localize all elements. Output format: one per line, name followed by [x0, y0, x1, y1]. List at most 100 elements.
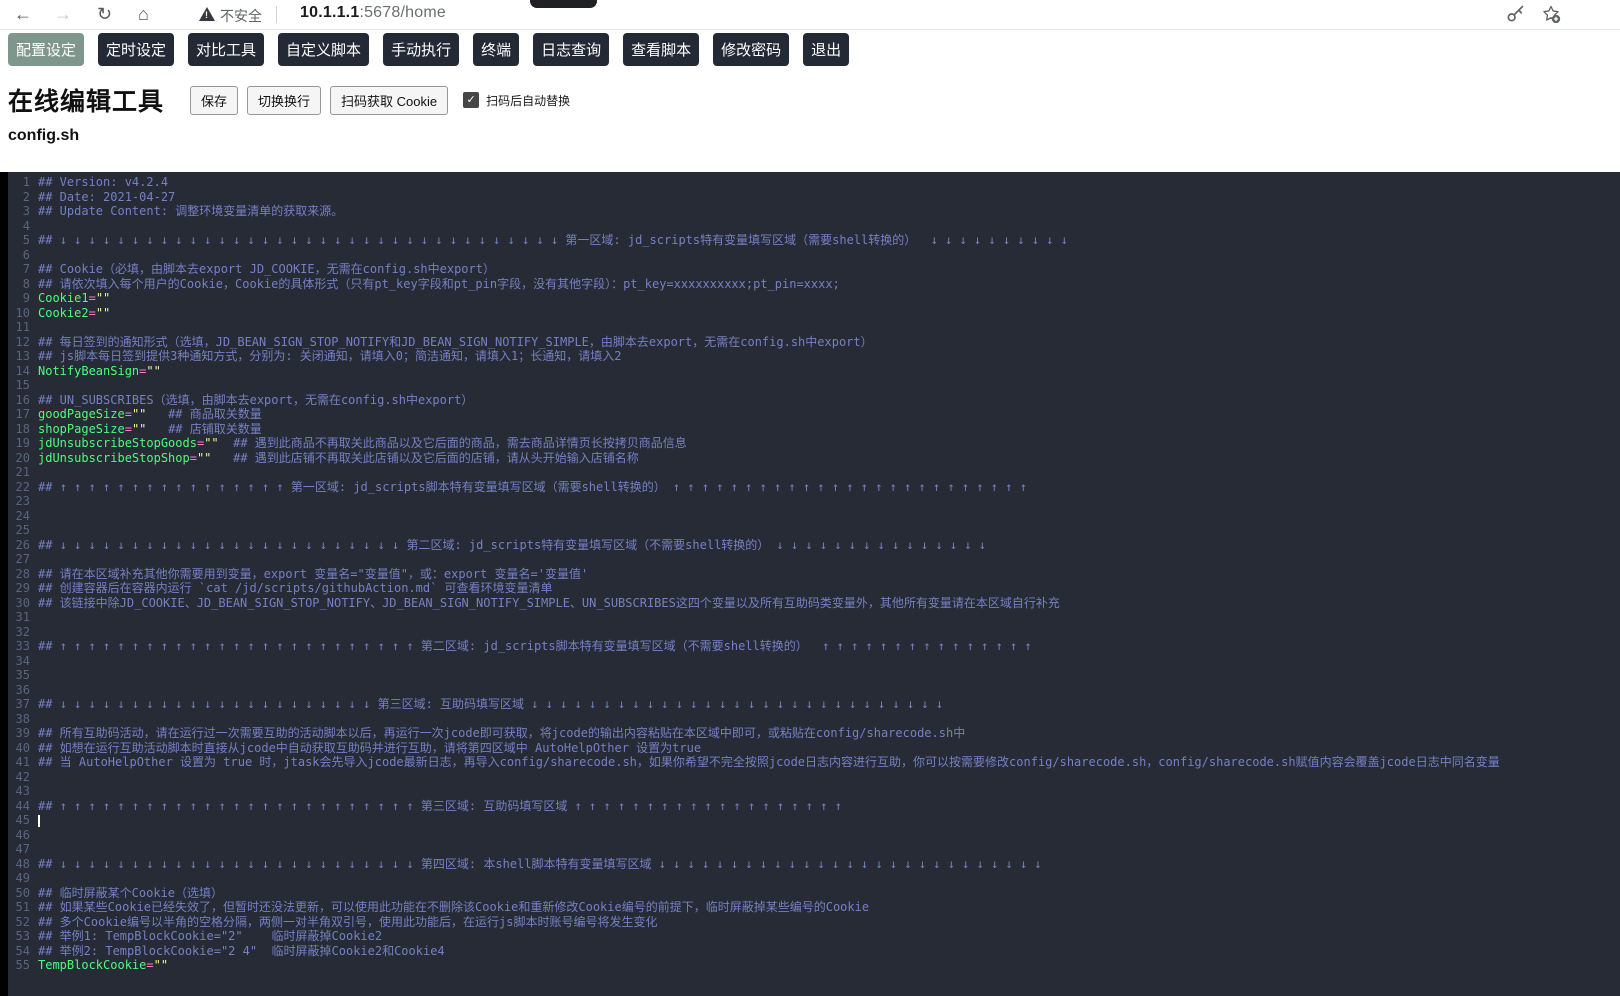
- line-number: 1: [8, 175, 38, 190]
- line-number: 21: [8, 465, 38, 480]
- code-line: 7## Cookie（必填，由脚本去export JD_COOKIE，无需在co…: [8, 262, 1620, 277]
- code-line: 39## 所有互助码活动，请在运行过一次需要互助的活动脚本以后，再运行一次jco…: [8, 726, 1620, 741]
- code-line: 33## ↑ ↑ ↑ ↑ ↑ ↑ ↑ ↑ ↑ ↑ ↑ ↑ ↑ ↑ ↑ ↑ ↑ ↑…: [8, 639, 1620, 654]
- line-number: 44: [8, 799, 38, 814]
- code-line: 1## Version: v4.2.4: [8, 175, 1620, 190]
- line-number: 45: [8, 813, 38, 828]
- home-icon[interactable]: ⌂: [138, 1, 149, 28]
- tab-bottom-fragment: [530, 0, 597, 8]
- nav-button-5[interactable]: 终端: [473, 33, 519, 66]
- file-name: config.sh: [8, 127, 79, 145]
- line-number: 46: [8, 828, 38, 843]
- line-number: 20: [8, 451, 38, 466]
- toggle-wrap-button[interactable]: 切换换行: [247, 86, 321, 115]
- code-line: 19jdUnsubscribeStopGoods="" ## 遇到此商品不再取关…: [8, 436, 1620, 451]
- line-number: 9: [8, 291, 38, 306]
- url-host: 10.1.1.1: [300, 4, 359, 21]
- address-bar[interactable]: 10.1.1.1:5678/home: [300, 4, 446, 22]
- line-number: 6: [8, 248, 38, 263]
- nav-button-0[interactable]: 配置设定: [8, 33, 84, 66]
- line-number: 40: [8, 741, 38, 756]
- editor-toolbar: 在线编辑工具 保存 切换换行 扫码获取 Cookie ✓ 扫码后自动替换: [8, 82, 570, 118]
- line-number: 3: [8, 204, 38, 219]
- code-line: 13## js脚本每日签到提供3种通知方式，分别为: 关闭通知，请填入0；简洁通…: [8, 349, 1620, 364]
- line-number: 17: [8, 407, 38, 422]
- nav-button-2[interactable]: 对比工具: [188, 33, 264, 66]
- code-line: 31: [8, 610, 1620, 625]
- line-number: 51: [8, 900, 38, 915]
- line-number: 4: [8, 219, 38, 234]
- line-number: 35: [8, 668, 38, 683]
- line-number: 5: [8, 233, 38, 248]
- line-number: 18: [8, 422, 38, 437]
- code-line: 18shopPageSize="" ## 店铺取关数量: [8, 422, 1620, 437]
- line-number: 19: [8, 436, 38, 451]
- line-number: 7: [8, 262, 38, 277]
- forward-icon[interactable]: →: [54, 1, 72, 28]
- code-line: 34: [8, 654, 1620, 669]
- chip-divider: [276, 6, 277, 23]
- code-line: 4: [8, 219, 1620, 234]
- code-line: 55TempBlockCookie="": [8, 958, 1620, 973]
- code-line: 10Cookie2="": [8, 306, 1620, 321]
- line-number: 38: [8, 712, 38, 727]
- security-label[interactable]: 不安全: [220, 6, 262, 26]
- page-title: 在线编辑工具: [8, 82, 164, 118]
- nav-button-6[interactable]: 日志查询: [533, 33, 609, 66]
- line-number: 50: [8, 886, 38, 901]
- code-line: 26## ↓ ↓ ↓ ↓ ↓ ↓ ↓ ↓ ↓ ↓ ↓ ↓ ↓ ↓ ↓ ↓ ↓ ↓…: [8, 538, 1620, 553]
- code-line: 23: [8, 494, 1620, 509]
- code-line: 24: [8, 509, 1620, 524]
- refresh-icon[interactable]: ↻: [97, 1, 112, 28]
- code-line: 25: [8, 523, 1620, 538]
- nav-button-9[interactable]: 退出: [803, 33, 849, 66]
- line-number: 14: [8, 364, 38, 379]
- code-line: 48## ↓ ↓ ↓ ↓ ↓ ↓ ↓ ↓ ↓ ↓ ↓ ↓ ↓ ↓ ↓ ↓ ↓ ↓…: [8, 857, 1620, 872]
- security-warning-icon[interactable]: !: [199, 7, 215, 21]
- nav-button-4[interactable]: 手动执行: [383, 33, 459, 66]
- code-line: 44## ↑ ↑ ↑ ↑ ↑ ↑ ↑ ↑ ↑ ↑ ↑ ↑ ↑ ↑ ↑ ↑ ↑ ↑…: [8, 799, 1620, 814]
- line-number: 22: [8, 480, 38, 495]
- code-editor[interactable]: 1## Version: v4.2.42## Date: 2021-04-273…: [0, 172, 1620, 996]
- back-icon[interactable]: ←: [14, 1, 32, 28]
- line-number: 16: [8, 393, 38, 408]
- line-number: 27: [8, 552, 38, 567]
- nav-button-3[interactable]: 自定义脚本: [278, 33, 369, 66]
- code-line: 22## ↑ ↑ ↑ ↑ ↑ ↑ ↑ ↑ ↑ ↑ ↑ ↑ ↑ ↑ ↑ ↑ 第一区…: [8, 480, 1620, 495]
- line-number: 12: [8, 335, 38, 350]
- url-path: :5678/home: [359, 4, 446, 21]
- code-line: 49: [8, 871, 1620, 886]
- code-line: 12## 每日签到的通知形式（选填，JD_BEAN_SIGN_STOP_NOTI…: [8, 335, 1620, 350]
- code-line: 15: [8, 378, 1620, 393]
- line-number: 34: [8, 654, 38, 669]
- code-line: 40## 如想在运行互助活动脚本时直接从jcode中自动获取互助码并进行互助，请…: [8, 741, 1620, 756]
- line-number: 33: [8, 639, 38, 654]
- auto-replace-checkbox[interactable]: ✓: [463, 92, 479, 108]
- line-number: 29: [8, 581, 38, 596]
- code-line: 30## 该链接中除JD_COOKIE、JD_BEAN_SIGN_STOP_NO…: [8, 596, 1620, 611]
- code-line: 51## 如果某些Cookie已经失效了，但暂时还没法更新，可以使用此功能在不删…: [8, 900, 1620, 915]
- code-line: 47: [8, 842, 1620, 857]
- favorite-star-add-icon[interactable]: [1541, 4, 1561, 24]
- code-line: 17goodPageSize="" ## 商品取关数量: [8, 407, 1620, 422]
- nav-button-7[interactable]: 查看脚本: [623, 33, 699, 66]
- code-line: 41## 当 AutoHelpOther 设置为 true 时，jtask会先导…: [8, 755, 1620, 770]
- line-number: 32: [8, 625, 38, 640]
- nav-button-8[interactable]: 修改密码: [713, 33, 789, 66]
- browser-chrome: ← → ↻ ⌂ ! 不安全 10.1.1.1:5678/home: [0, 0, 1620, 30]
- code-line: 54## 举例2: TempBlockCookie="2 4" 临时屏蔽掉Coo…: [8, 944, 1620, 959]
- line-number: 48: [8, 857, 38, 872]
- code-line: 50## 临时屏蔽某个Cookie（选填）: [8, 886, 1620, 901]
- code-line: 16## UN_SUBSCRIBES（选填，由脚本去export，无需在conf…: [8, 393, 1620, 408]
- save-button[interactable]: 保存: [190, 86, 238, 115]
- code-line: 14NotifyBeanSign="": [8, 364, 1620, 379]
- code-line: 8## 请依次填入每个用户的Cookie，Cookie的具体形式（只有pt_ke…: [8, 277, 1620, 292]
- auto-replace-label: 扫码后自动替换: [486, 92, 570, 109]
- password-key-icon[interactable]: [1505, 4, 1525, 24]
- nav-button-1[interactable]: 定时设定: [98, 33, 174, 66]
- line-number: 28: [8, 567, 38, 582]
- scan-cookie-button[interactable]: 扫码获取 Cookie: [330, 86, 448, 115]
- code-line: 9Cookie1="": [8, 291, 1620, 306]
- code-line: 5## ↓ ↓ ↓ ↓ ↓ ↓ ↓ ↓ ↓ ↓ ↓ ↓ ↓ ↓ ↓ ↓ ↓ ↓ …: [8, 233, 1620, 248]
- code-line: 27: [8, 552, 1620, 567]
